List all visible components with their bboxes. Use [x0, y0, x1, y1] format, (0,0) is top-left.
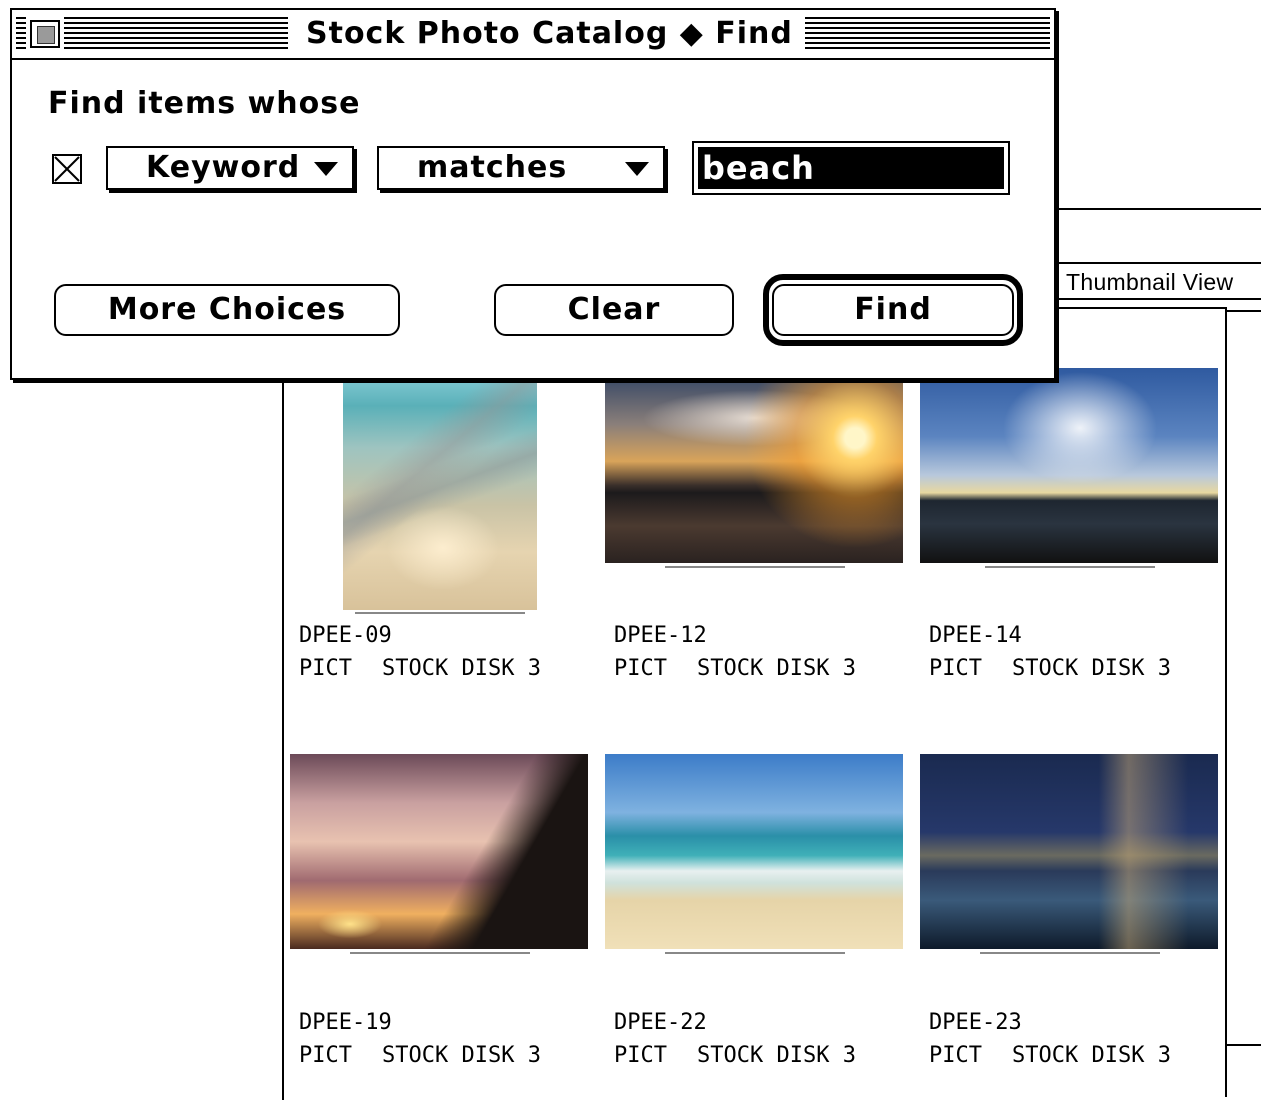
item-disk: STOCK DISK 3 [697, 656, 856, 681]
item-id: DPEE-23 [929, 1010, 1022, 1035]
photo-credit-line [355, 612, 525, 614]
list-item[interactable]: DPEE-14 PICT STOCK DISK 3 [929, 620, 1229, 690]
close-box[interactable] [26, 16, 64, 52]
thumbnail-image[interactable] [290, 754, 588, 949]
dialog-titlebar[interactable]: Stock Photo Catalog ◆ Find [12, 10, 1054, 60]
list-item[interactable]: DPEE-12 PICT STOCK DISK 3 [614, 620, 914, 690]
thumbnail-image[interactable] [605, 754, 903, 949]
list-item[interactable]: DPEE-23 PICT STOCK DISK 3 [929, 1007, 1229, 1077]
photo-credit-line [665, 952, 845, 954]
item-type: PICT [299, 1043, 352, 1068]
keyword-input[interactable]: beach [692, 141, 1010, 195]
more-choices-button[interactable]: More Choices [54, 284, 400, 336]
clear-button[interactable]: Clear [494, 284, 734, 336]
thumbnail-image[interactable] [343, 378, 537, 610]
photo-credit-line [980, 952, 1160, 954]
window-divider [1227, 1044, 1261, 1047]
item-disk: STOCK DISK 3 [382, 656, 541, 681]
find-dialog: Stock Photo Catalog ◆ Find Find items wh… [10, 8, 1056, 380]
photo-credit-line [350, 952, 530, 954]
photo-credit-line [985, 566, 1155, 568]
list-item[interactable]: DPEE-19 PICT STOCK DISK 3 [299, 1007, 599, 1077]
item-id: DPEE-12 [614, 623, 707, 648]
title-stripes [782, 17, 1050, 51]
keyword-input-value: beach [698, 147, 1004, 189]
dialog-title: Stock Photo Catalog ◆ Find [294, 17, 805, 51]
item-id: DPEE-09 [299, 623, 392, 648]
item-type: PICT [929, 656, 982, 681]
item-type: PICT [614, 1043, 667, 1068]
chevron-down-icon [625, 162, 649, 176]
item-id: DPEE-19 [299, 1010, 392, 1035]
find-button[interactable]: Find [772, 284, 1014, 336]
window-divider [1227, 310, 1261, 313]
thumbnail-view-tab[interactable]: Thumbnail View [1056, 262, 1261, 300]
thumbnail-image[interactable] [920, 368, 1218, 563]
checkmark-x-icon [54, 156, 80, 182]
field-popup[interactable]: Keyword [106, 146, 354, 190]
chevron-down-icon [314, 162, 338, 176]
item-disk: STOCK DISK 3 [382, 1043, 541, 1068]
item-disk: STOCK DISK 3 [1012, 1043, 1171, 1068]
item-type: PICT [929, 1043, 982, 1068]
field-popup-label: Keyword [146, 150, 301, 185]
item-type: PICT [614, 656, 667, 681]
operator-popup[interactable]: matches [377, 146, 665, 190]
thumbnail-image[interactable] [920, 754, 1218, 949]
operator-popup-label: matches [417, 150, 568, 185]
item-type: PICT [299, 656, 352, 681]
item-id: DPEE-14 [929, 623, 1022, 648]
item-disk: STOCK DISK 3 [697, 1043, 856, 1068]
thumbnail-image[interactable] [605, 378, 903, 563]
criteria-checkbox[interactable] [52, 154, 82, 184]
find-label: Find items whose [48, 86, 361, 121]
list-item[interactable]: DPEE-09 PICT STOCK DISK 3 [299, 620, 599, 690]
photo-credit-line [665, 566, 845, 568]
list-item[interactable]: DPEE-22 PICT STOCK DISK 3 [614, 1007, 914, 1077]
item-disk: STOCK DISK 3 [1012, 656, 1171, 681]
item-id: DPEE-22 [614, 1010, 707, 1035]
